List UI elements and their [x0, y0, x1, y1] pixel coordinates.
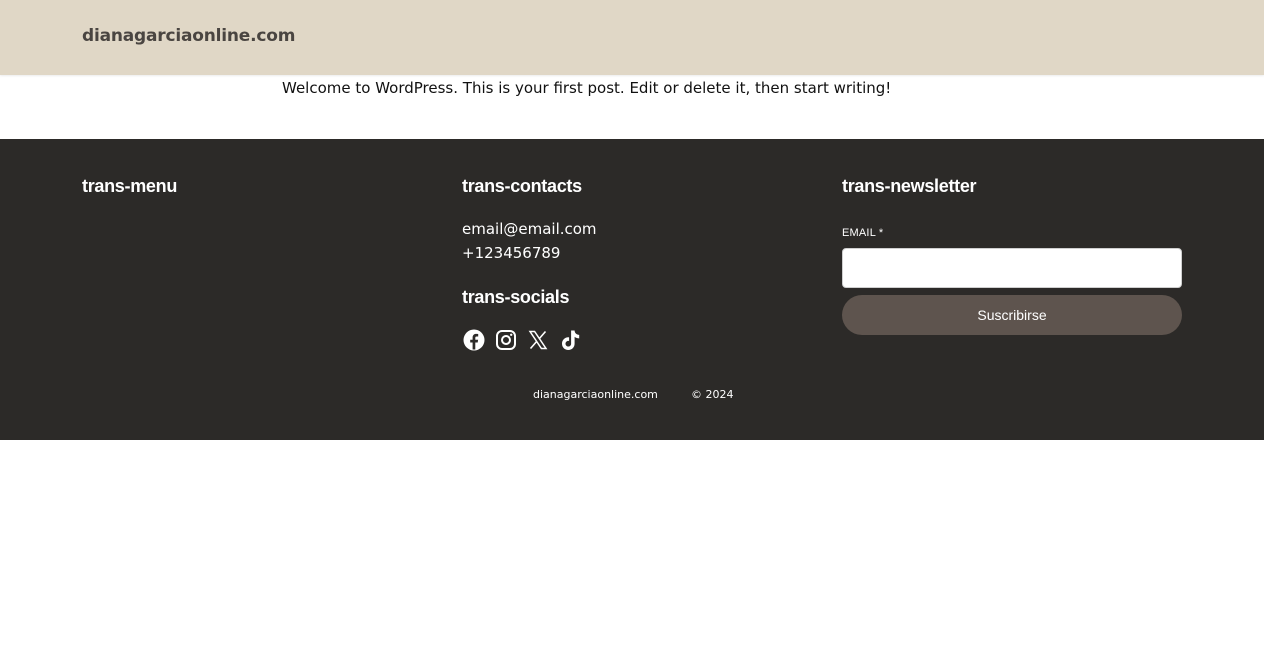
contact-email[interactable]: email@email.com	[462, 217, 802, 241]
site-title-link[interactable]: dianagarciaonline.com	[82, 26, 295, 46]
site-footer: trans-menu trans-contacts email@email.co…	[0, 139, 1264, 440]
tiktok-icon[interactable]	[558, 328, 582, 352]
site-header: dianagarciaonline.com	[0, 0, 1264, 75]
email-label: EMAIL *	[842, 227, 884, 239]
contacts-list: email@email.com +123456789	[462, 217, 802, 265]
footer-menu-column: trans-menu	[82, 175, 422, 197]
menu-heading: trans-menu	[82, 176, 178, 196]
newsletter-heading: trans-newsletter	[842, 176, 977, 196]
instagram-icon[interactable]	[494, 328, 518, 352]
footer-newsletter-column: trans-newsletter EMAIL * Suscribirse	[842, 175, 1182, 335]
footer-copyright: © 2024	[691, 388, 734, 401]
socials-heading: trans-socials	[462, 287, 570, 307]
facebook-icon[interactable]	[462, 328, 486, 352]
contacts-heading: trans-contacts	[462, 176, 582, 196]
subscribe-button[interactable]: Suscribirse	[842, 295, 1182, 335]
social-icons	[462, 328, 802, 352]
newsletter-email-input[interactable]	[842, 248, 1182, 288]
footer-contacts-column: trans-contacts email@email.com +12345678…	[462, 175, 802, 352]
contact-phone[interactable]: +123456789	[462, 241, 802, 265]
post-content: Welcome to WordPress. This is your first…	[282, 79, 892, 97]
x-icon[interactable]	[526, 328, 550, 352]
footer-site-name: dianagarciaonline.com	[533, 388, 658, 401]
